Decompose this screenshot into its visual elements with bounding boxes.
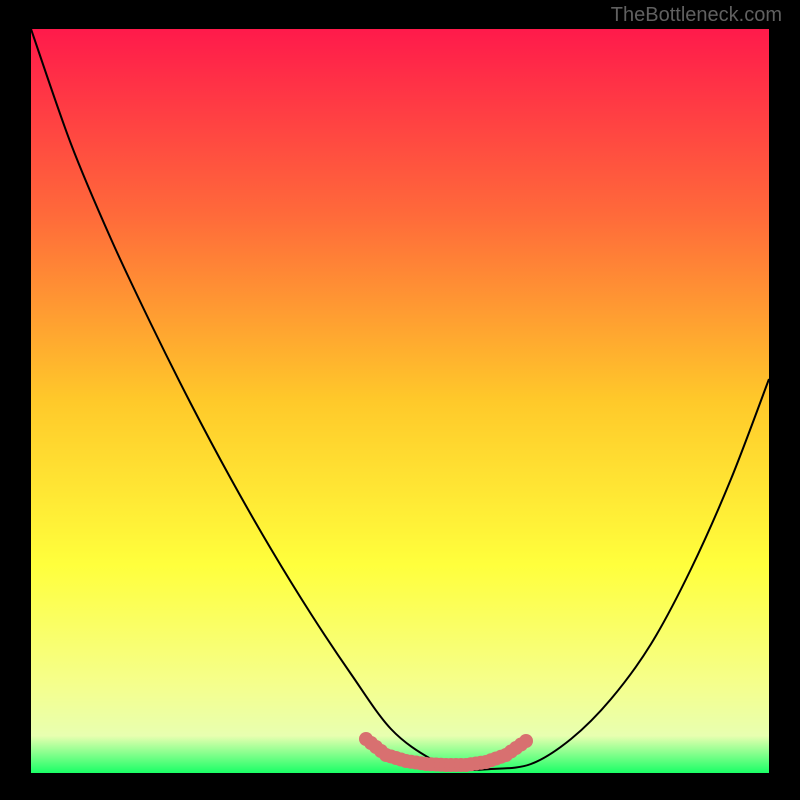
plot-area [31,29,769,773]
chart-frame: TheBottleneck.com [0,0,800,800]
dot-marker [519,734,533,748]
gradient-background [31,29,769,773]
watermark-text: TheBottleneck.com [611,4,782,27]
chart-svg [31,29,769,773]
